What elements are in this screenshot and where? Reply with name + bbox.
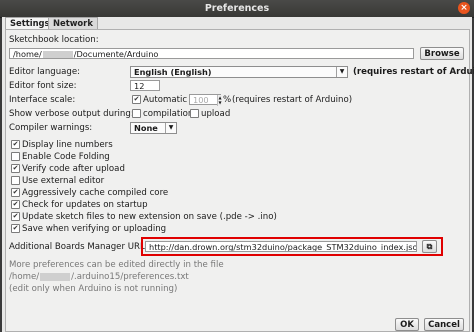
redacted-username xyxy=(42,50,73,58)
redacted-username xyxy=(40,272,71,281)
chevron-down-icon: ▼ xyxy=(336,67,347,77)
editor-language-note: (requires restart of Arduino) xyxy=(353,67,474,77)
update-extension-checkbox[interactable]: ✔ xyxy=(11,212,20,221)
update-extension-label: Update sketch files to new extension on … xyxy=(22,212,277,222)
title-bar: Preferences × xyxy=(0,0,474,18)
interface-scale-note: (requires restart of Arduino) xyxy=(232,95,353,105)
window-title: Preferences xyxy=(204,3,270,14)
check-updates-checkbox[interactable]: ✔ xyxy=(11,200,20,209)
window-icon: ⧉ xyxy=(426,242,433,251)
footer-note-line2: /home/ /.arduino15/preferences.txt xyxy=(9,272,189,282)
browse-button[interactable]: Browse xyxy=(420,47,464,60)
editor-language-label: Editor language: xyxy=(9,67,81,77)
verify-after-upload-checkbox[interactable]: ✔ xyxy=(11,164,20,173)
interface-scale-label: Interface scale: xyxy=(9,95,76,105)
scale-percent-sign: % xyxy=(223,95,232,105)
sketchbook-label: Sketchbook location: xyxy=(9,35,99,45)
editor-language-select[interactable]: English (English) ▼ xyxy=(130,66,348,78)
boards-manager-label: Additional Boards Manager URLs: xyxy=(9,242,153,252)
save-on-verify-checkbox[interactable]: ✔ xyxy=(11,224,20,233)
settings-panel: Sketchbook location: /home/ /Documente/Ar… xyxy=(5,29,474,332)
chevron-down-icon: ▼ xyxy=(165,123,176,133)
font-size-field[interactable]: 12 xyxy=(130,80,160,91)
font-size-label: Editor font size: xyxy=(9,81,77,91)
prefs-path-prefix: /home/ xyxy=(9,272,40,282)
display-line-numbers-checkbox[interactable]: ✔ xyxy=(11,140,20,149)
footer-note-line3: (edit only when Arduino is not running) xyxy=(9,284,178,294)
compiler-warnings-select[interactable]: None ▼ xyxy=(130,122,177,134)
code-folding-label: Enable Code Folding xyxy=(22,152,110,162)
footer-note-line1: More preferences can be edited directly … xyxy=(9,260,224,270)
prefs-path-suffix: /.arduino15/preferences.txt xyxy=(71,272,189,282)
verbose-compilation-checkbox[interactable] xyxy=(132,109,141,118)
compiler-warnings-value: None xyxy=(134,123,158,133)
compiler-warnings-label: Compiler warnings: xyxy=(9,123,93,133)
verify-after-upload-label: Verify code after upload xyxy=(22,164,125,174)
sketchbook-path-field[interactable]: /home/ /Documente/Arduino xyxy=(9,48,414,59)
display-line-numbers-label: Display line numbers xyxy=(22,140,113,150)
save-on-verify-label: Save when verifying or uploading xyxy=(22,224,167,234)
sketchbook-path-prefix: /home/ xyxy=(13,49,42,59)
boards-manager-url-field[interactable]: http://dan.drown.org/stm32duino/package_… xyxy=(145,241,417,252)
preferences-window: Settings Network Sketchbook location: /h… xyxy=(2,17,474,332)
sketchbook-path-suffix: /Documente/Arduino xyxy=(73,49,159,59)
cache-core-checkbox[interactable]: ✔ xyxy=(11,188,20,197)
verbose-compilation-label: compilation xyxy=(143,109,194,119)
editor-language-value: English (English) xyxy=(134,67,212,77)
automatic-scale-label: Automatic xyxy=(143,95,188,105)
open-url-list-button[interactable]: ⧉ xyxy=(422,240,437,253)
verbose-upload-checkbox[interactable] xyxy=(190,109,199,118)
external-editor-checkbox[interactable] xyxy=(11,176,20,185)
cache-core-label: Aggressively cache compiled core xyxy=(22,188,169,198)
verbose-upload-label: upload xyxy=(201,109,231,119)
code-folding-checkbox[interactable] xyxy=(11,152,20,161)
external-editor-label: Use external editor xyxy=(22,176,105,186)
tab-network[interactable]: Network xyxy=(48,17,98,29)
ok-button[interactable]: OK xyxy=(395,318,419,331)
verbose-label: Show verbose output during: xyxy=(9,109,134,119)
check-updates-label: Check for updates on startup xyxy=(22,200,148,210)
scale-spinner-icon[interactable]: ▲ ▼ xyxy=(217,95,222,106)
cancel-button[interactable]: Cancel xyxy=(424,318,464,331)
automatic-scale-checkbox[interactable]: ✔ xyxy=(132,95,141,104)
window-close-icon[interactable]: × xyxy=(458,2,470,14)
